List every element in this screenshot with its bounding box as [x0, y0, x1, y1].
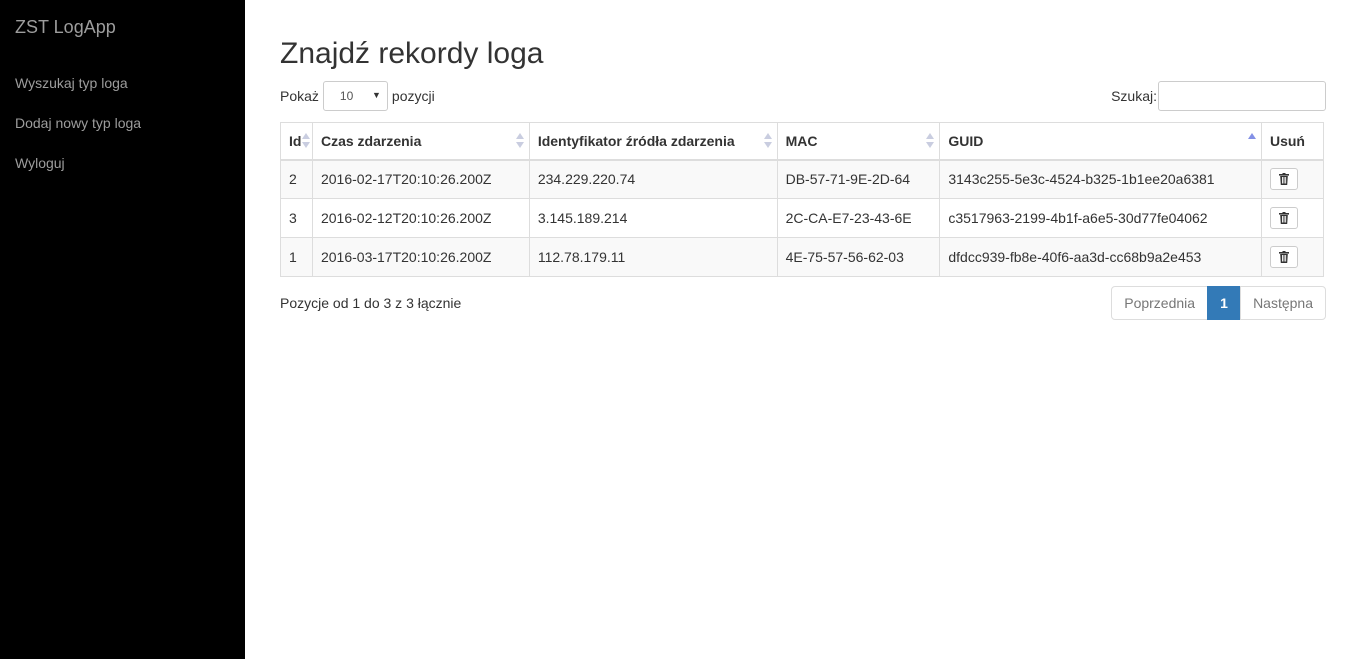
pagination-page-1[interactable]: 1 [1207, 286, 1242, 320]
sidebar-item-search-log-type[interactable]: Wyszukaj typ loga [15, 75, 128, 91]
caret-down-icon: ▼ [372, 90, 381, 100]
cell-source: 112.78.179.11 [528, 237, 778, 277]
cell-mac: DB-57-71-9E-2D-64 [776, 159, 941, 199]
trash-icon [1278, 251, 1289, 263]
column-header-guid[interactable]: GUID [939, 122, 1262, 161]
sort-icon [301, 133, 310, 151]
cell-id: 1 [280, 237, 313, 277]
cell-guid: 3143c255-5e3c-4524-b325-1b1ee20a6381 [939, 159, 1262, 199]
cell-time: 2016-02-17T20:10:26.200Z [311, 159, 530, 199]
page-length-select[interactable]: 10 ▼ [322, 81, 388, 111]
sort-asc-icon [1247, 133, 1256, 151]
trash-icon [1278, 212, 1289, 224]
search-control: Szukaj: [1111, 81, 1326, 111]
sort-icon [926, 133, 935, 151]
table-header-row: Id Czas zdarzenia Identyfikator źródła z… [280, 122, 1325, 161]
table-row: 2 2016-02-17T20:10:26.200Z 234.229.220.7… [280, 159, 1325, 199]
sidebar-item-add-log-type[interactable]: Dodaj nowy typ loga [15, 115, 141, 131]
sidebar: ZST LogApp Wyszukaj typ loga Dodaj nowy … [0, 0, 245, 659]
search-label: Szukaj: [1111, 88, 1157, 104]
delete-button[interactable] [1269, 246, 1298, 268]
sidebar-item-logout[interactable]: Wyloguj [15, 155, 65, 171]
cell-time: 2016-03-17T20:10:26.200Z [311, 237, 530, 277]
cell-delete [1260, 237, 1325, 277]
page-title: Znajdź rekordy loga [280, 37, 544, 70]
delete-button[interactable] [1269, 168, 1298, 191]
length-prefix-label: Pokaż [280, 88, 319, 104]
cell-time: 2016-02-12T20:10:26.200Z [311, 198, 530, 238]
cell-mac: 2C-CA-E7-23-43-6E [776, 198, 941, 238]
column-header-id[interactable]: Id [280, 122, 313, 161]
page-length-control: Pokaż 10 ▼ pozycji [280, 81, 435, 111]
search-input[interactable] [1158, 81, 1326, 111]
length-suffix-label: pozycji [391, 88, 435, 104]
pagination-prev-button[interactable]: Poprzednia [1111, 286, 1209, 320]
cell-id: 2 [280, 159, 313, 199]
sort-icon [763, 133, 772, 151]
column-header-delete: Usuń [1260, 122, 1325, 161]
column-header-source[interactable]: Identyfikator źródła zdarzenia [528, 122, 778, 161]
delete-button[interactable] [1269, 207, 1298, 229]
column-header-mac[interactable]: MAC [776, 122, 941, 161]
cell-guid: dfdcc939-fb8e-40f6-aa3d-cc68b9a2e453 [939, 237, 1262, 277]
cell-source: 3.145.189.214 [528, 198, 778, 238]
table-info: Pozycje od 1 do 3 z 3 łącznie [280, 295, 462, 311]
cell-guid: c3517963-2199-4b1f-a6e5-30d77fe04062 [939, 198, 1262, 238]
main-content: Znajdź rekordy loga Pokaż 10 ▼ pozycji S… [280, 0, 1326, 659]
cell-mac: 4E-75-57-56-62-03 [776, 237, 941, 277]
trash-icon [1278, 173, 1289, 186]
cell-id: 3 [280, 198, 313, 238]
log-records-table: Id Czas zdarzenia Identyfikator źródła z… [280, 122, 1325, 277]
brand-title[interactable]: ZST LogApp [15, 17, 116, 38]
table-row: 3 2016-02-12T20:10:26.200Z 3.145.189.214… [280, 198, 1325, 238]
table-row: 1 2016-03-17T20:10:26.200Z 112.78.179.11… [280, 237, 1325, 277]
cell-delete [1260, 159, 1325, 199]
column-header-time[interactable]: Czas zdarzenia [311, 122, 530, 161]
pagination-next-button[interactable]: Następna [1240, 286, 1326, 320]
cell-delete [1260, 198, 1325, 238]
pagination: Poprzednia 1 Następna [1111, 286, 1326, 320]
page-length-value: 10 [339, 89, 354, 103]
cell-source: 234.229.220.74 [528, 159, 778, 199]
sort-icon [515, 133, 524, 151]
